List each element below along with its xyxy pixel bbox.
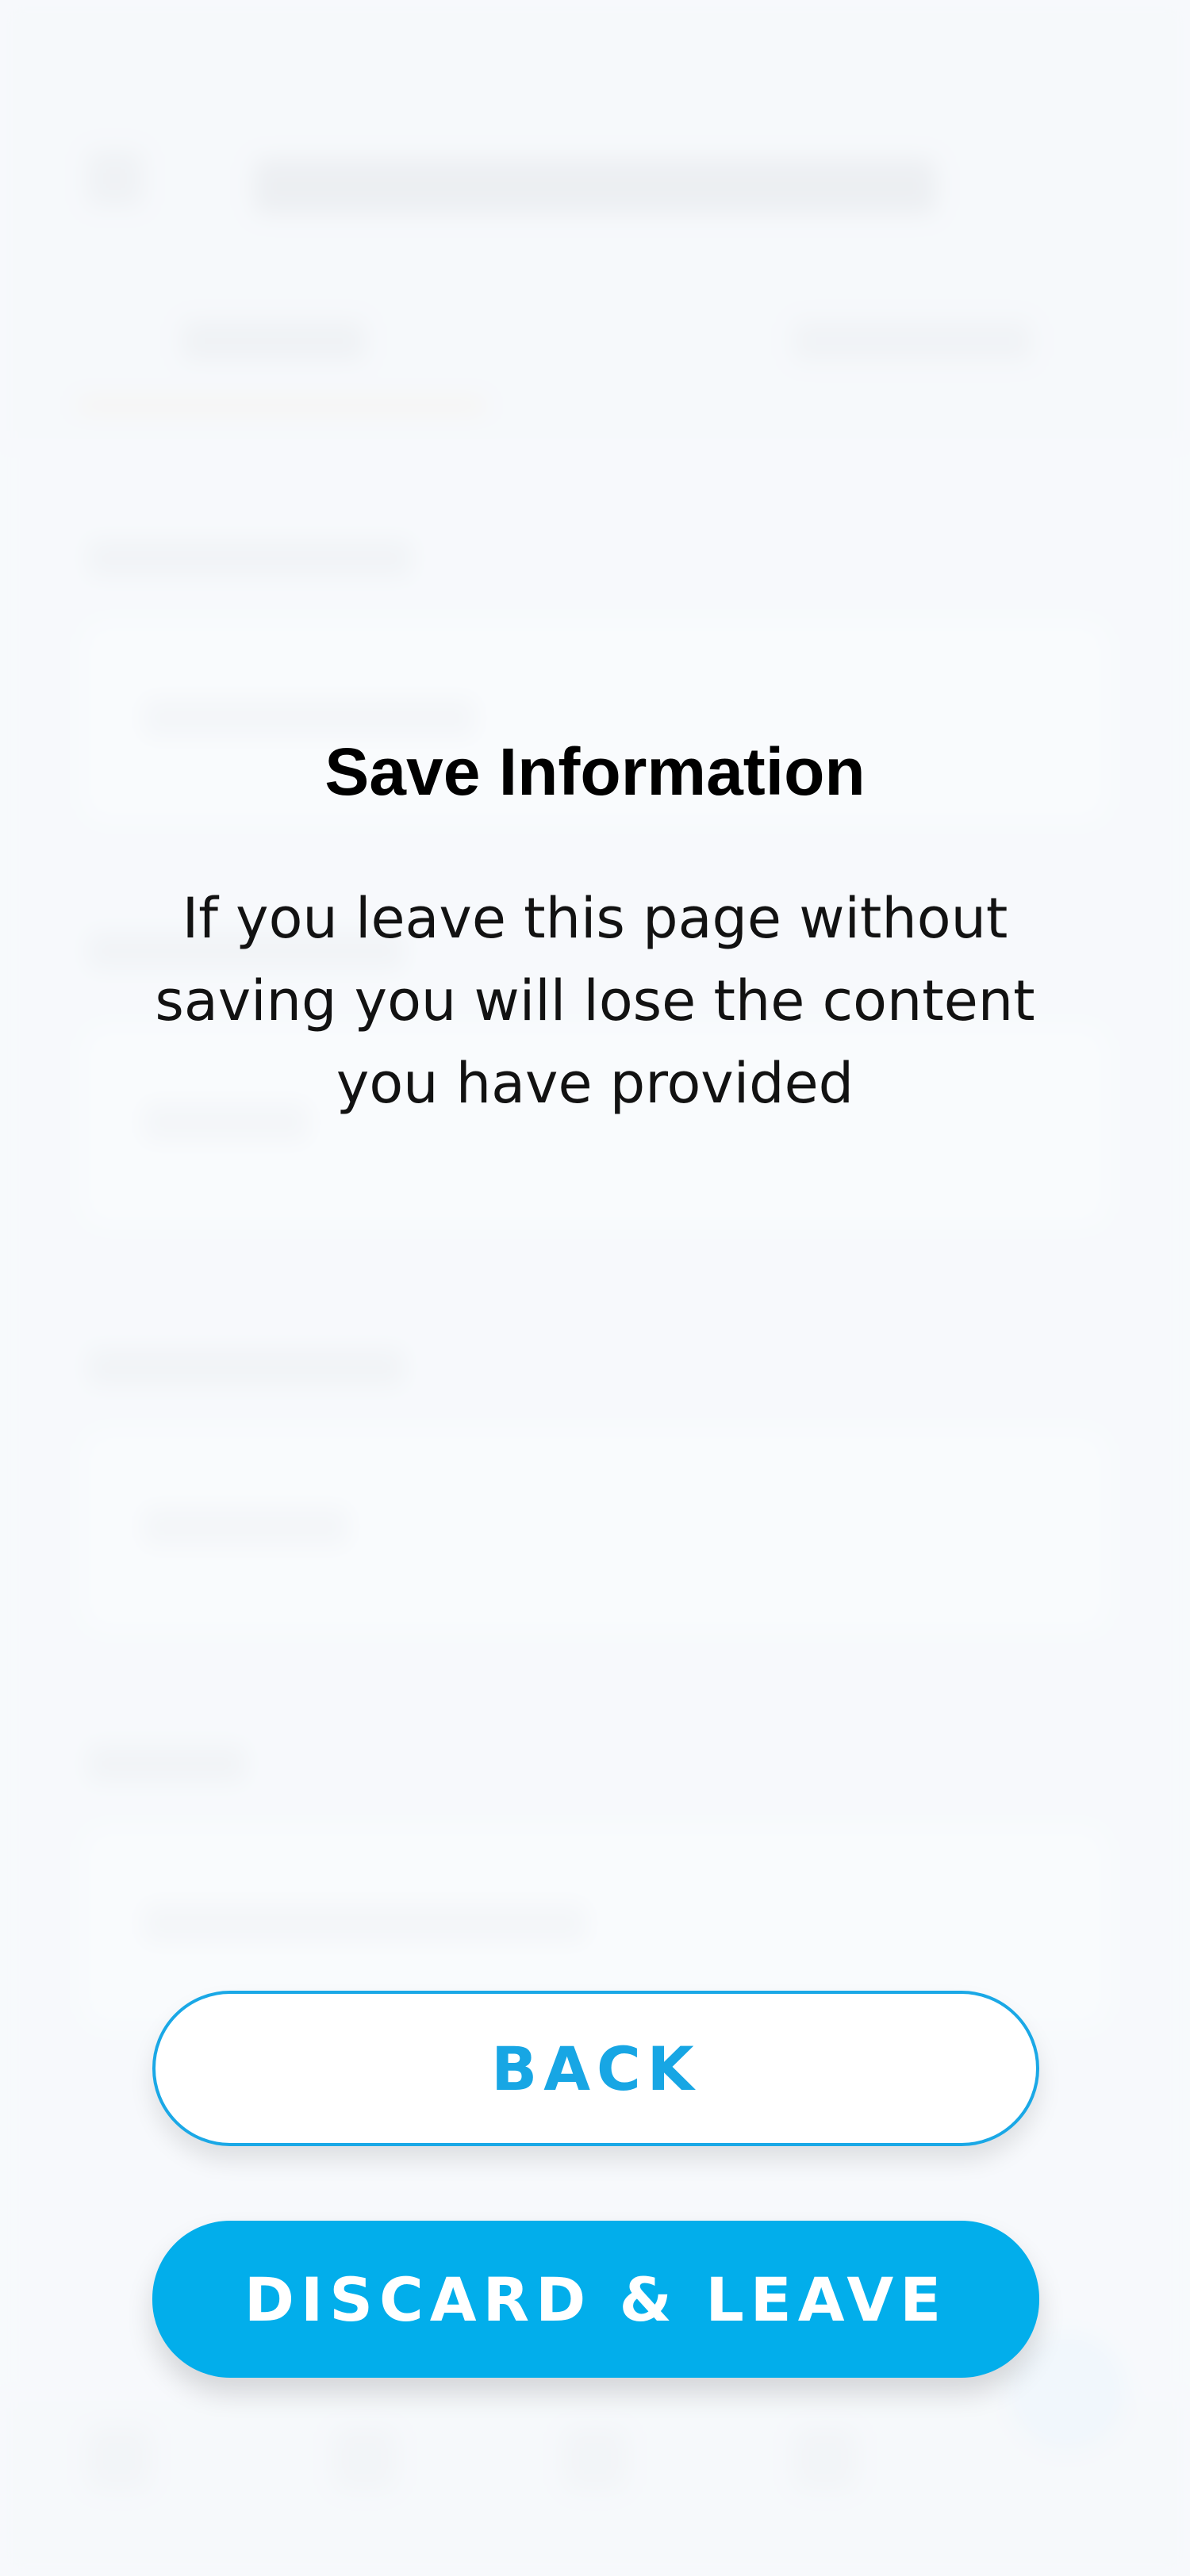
save-information-dialog: Save Information If you leave this page … [0, 0, 1190, 2576]
app-screen: Save Information If you leave this page … [0, 0, 1190, 2576]
discard-and-leave-button[interactable]: DISCARD & LEAVE [152, 2221, 1039, 2378]
back-button[interactable]: BACK [152, 1991, 1039, 2146]
dialog-title: Save Information [324, 734, 866, 809]
dialog-message: If you leave this page without saving yo… [155, 886, 1035, 1116]
